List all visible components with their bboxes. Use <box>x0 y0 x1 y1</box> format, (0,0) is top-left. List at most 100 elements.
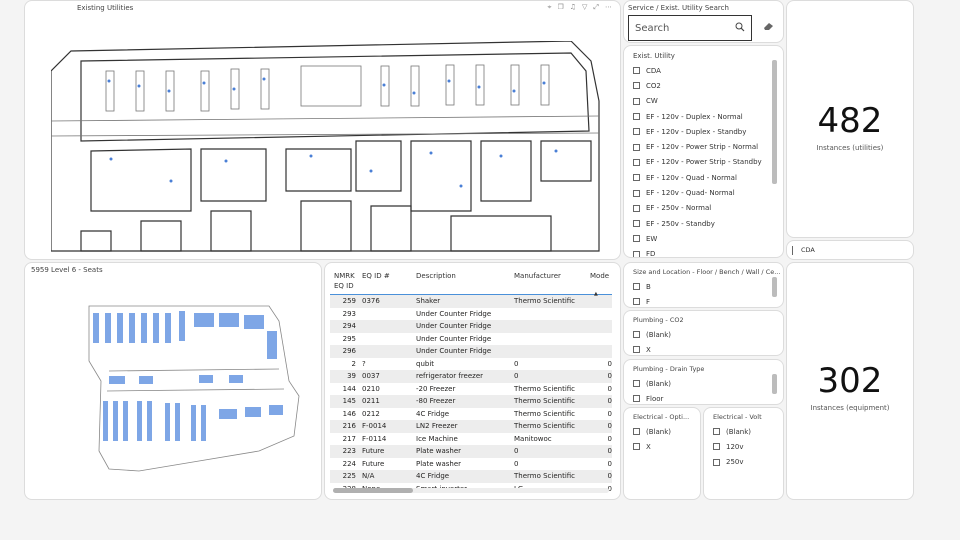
slicer-option[interactable]: EF - 250v - Standby <box>633 216 762 231</box>
slicer-option[interactable]: (Blank) <box>633 376 671 391</box>
equipment-table-card[interactable]: NMRK EQ ID EQ ID # Description Manufactu… <box>324 262 621 500</box>
checkbox[interactable] <box>633 220 640 228</box>
scrollbar-thumb[interactable] <box>333 488 413 493</box>
existing-utilities-map[interactable]: Existing Utilities ⌖ ❐ ♫ ▽ ⤢ ⋯ <box>24 0 621 260</box>
checkbox[interactable] <box>633 395 640 403</box>
slicer-option[interactable]: (Blank) <box>633 327 671 342</box>
table-row[interactable]: 144 0210 -20 Freezer Thermo Scientific 0 <box>330 383 612 396</box>
more-options-icon[interactable]: ⋯ <box>605 3 612 12</box>
drain-scrollbar[interactable] <box>772 374 777 394</box>
table-row[interactable]: 225 N/A 4C Fridge Thermo Scientific 0 <box>330 470 612 483</box>
table-row[interactable]: 294 Under Counter Fridge <box>330 320 612 333</box>
size-scrollbar[interactable] <box>772 277 777 297</box>
seats-title: 5959 Level 6 - Seats <box>31 266 103 274</box>
checkbox[interactable] <box>633 174 640 182</box>
electrical-opti-slicer[interactable]: Electrical - Opti... (Blank) X <box>623 407 701 500</box>
table-row[interactable]: 145 0211 -80 Freezer Thermo Scientific 0 <box>330 395 612 408</box>
table-row[interactable]: 295 Under Counter Fridge <box>330 333 612 346</box>
table-row[interactable]: 223 Future Plate washer 0 0 <box>330 445 612 458</box>
slicer-option[interactable]: 250v <box>713 455 751 470</box>
checkbox[interactable] <box>713 443 720 451</box>
checkbox[interactable] <box>633 235 640 243</box>
slicer-option[interactable]: EF - 250v - Normal <box>633 201 762 216</box>
checkbox[interactable] <box>713 458 720 466</box>
slicer-option[interactable]: EF - 120v - Duplex - Standby <box>633 124 762 139</box>
checkbox[interactable] <box>633 443 640 451</box>
checkbox[interactable] <box>633 380 640 388</box>
slicer-option[interactable]: EF - 120v - Quad - Normal <box>633 170 762 185</box>
col-mode[interactable]: Mode <box>590 271 612 281</box>
plumbing-drain-slicer[interactable]: Plumbing - Drain Type (Blank) Floor <box>623 359 784 405</box>
col-description[interactable]: Description <box>416 271 514 281</box>
slicer-option[interactable]: EF - 120v - Power Strip - Standby <box>633 155 762 170</box>
slicer-option[interactable]: EF - 120v - Power Strip - Normal <box>633 139 762 154</box>
pin-icon[interactable]: ⌖ <box>547 3 551 12</box>
search-icon[interactable] <box>735 22 745 32</box>
exist-utility-slicer[interactable]: Exist. Utility CDA CO2 CW EF - 120v - Duple… <box>623 45 784 258</box>
sort-ascending-icon[interactable]: ▲ <box>594 291 598 297</box>
cell-description: Shaker <box>416 297 441 306</box>
slicer-option[interactable]: B <box>633 279 651 294</box>
floorplan-drawing[interactable] <box>51 41 601 256</box>
checkbox[interactable] <box>633 204 640 212</box>
table-row[interactable]: 293 Under Counter Fridge <box>330 308 612 321</box>
table-row[interactable]: 146 0212 4C Fridge Thermo Scientific 0 <box>330 408 612 421</box>
col-eq-id[interactable]: EQ ID # <box>360 271 416 281</box>
cell-nmrk-eq-id: 39 <box>347 372 356 381</box>
checkbox[interactable] <box>633 283 640 291</box>
cell-description: Plate washer <box>416 459 462 468</box>
checkbox[interactable] <box>633 67 640 75</box>
slicer-option[interactable]: EF - 120v - Quad- Normal <box>633 185 762 200</box>
table-row[interactable]: 39 0037 refrigerator freezer 0 0 <box>330 370 612 383</box>
checkbox[interactable] <box>633 346 640 354</box>
search-input[interactable]: Search <box>628 15 752 41</box>
checkbox[interactable] <box>633 189 640 197</box>
slicer-option[interactable]: EF - 120v - Duplex - Normal <box>633 109 762 124</box>
size-location-slicer[interactable]: Size and Location - Floor / Bench / Wall… <box>623 262 784 308</box>
slicer-option[interactable]: X <box>633 439 671 454</box>
plumbing-co2-slicer[interactable]: Plumbing - CO2 (Blank) X <box>623 310 784 356</box>
slicer-option[interactable]: EW <box>633 231 762 246</box>
seats-floorplan-card[interactable]: 5959 Level 6 - Seats <box>24 262 322 500</box>
table-row[interactable]: 217 F-0114 Ice Machine Manitowoc 0 <box>330 433 612 446</box>
filter-icon[interactable]: ▽ <box>582 3 587 12</box>
table-row[interactable]: 224 Future Plate washer 0 0 <box>330 458 612 471</box>
table-row[interactable]: 296 Under Counter Fridge <box>330 345 612 358</box>
focus-mode-icon[interactable]: ⤢ <box>593 3 599 12</box>
slicer-option[interactable]: (Blank) <box>713 424 751 439</box>
slicer-option[interactable]: (Blank) <box>633 424 671 439</box>
seats-floorplan-drawing[interactable] <box>79 301 309 481</box>
eraser-icon[interactable] <box>762 21 774 31</box>
table-row[interactable]: 259 0376 Shaker Thermo Scientific <box>330 295 612 308</box>
electrical-volt-slicer[interactable]: Electrical - Volt (Blank) 120v 250v <box>703 407 784 500</box>
copy-icon[interactable]: ❐ <box>557 3 563 12</box>
slicer-option[interactable]: F <box>633 294 651 307</box>
cell-eq-id: 0211 <box>362 397 380 406</box>
slicer-option[interactable]: 120v <box>713 439 751 454</box>
utility-scrollbar[interactable] <box>772 60 777 184</box>
checkbox[interactable] <box>633 128 640 136</box>
checkbox[interactable] <box>633 428 640 436</box>
checkbox[interactable] <box>633 143 640 151</box>
checkbox[interactable] <box>633 82 640 90</box>
checkbox[interactable] <box>633 113 640 121</box>
cell-description: refrigerator freezer <box>416 372 484 381</box>
slicer-option[interactable]: X <box>633 342 671 355</box>
checkbox[interactable] <box>713 428 720 436</box>
checkbox[interactable] <box>633 250 640 257</box>
slicer-option[interactable]: FD <box>633 247 762 257</box>
col-manufacturer[interactable]: Manufacturer <box>514 271 590 281</box>
checkbox[interactable] <box>633 298 640 306</box>
col-nmrk-eq-id[interactable]: NMRK EQ ID <box>330 271 360 291</box>
checkbox[interactable] <box>633 158 640 166</box>
bell-icon[interactable]: ♫ <box>570 3 576 12</box>
checkbox[interactable] <box>633 331 640 339</box>
slicer-option[interactable]: CDA <box>633 63 762 78</box>
checkbox[interactable] <box>633 97 640 105</box>
table-row[interactable]: 2? qubit 0 0 <box>330 358 612 371</box>
slicer-option[interactable]: Floor <box>633 391 671 404</box>
slicer-option[interactable]: CW <box>633 94 762 109</box>
horizontal-scrollbar[interactable] <box>333 488 609 493</box>
slicer-option[interactable]: CO2 <box>633 78 762 93</box>
table-row[interactable]: 216 F-0014 LN2 Freezer Thermo Scientific 0 <box>330 420 612 433</box>
